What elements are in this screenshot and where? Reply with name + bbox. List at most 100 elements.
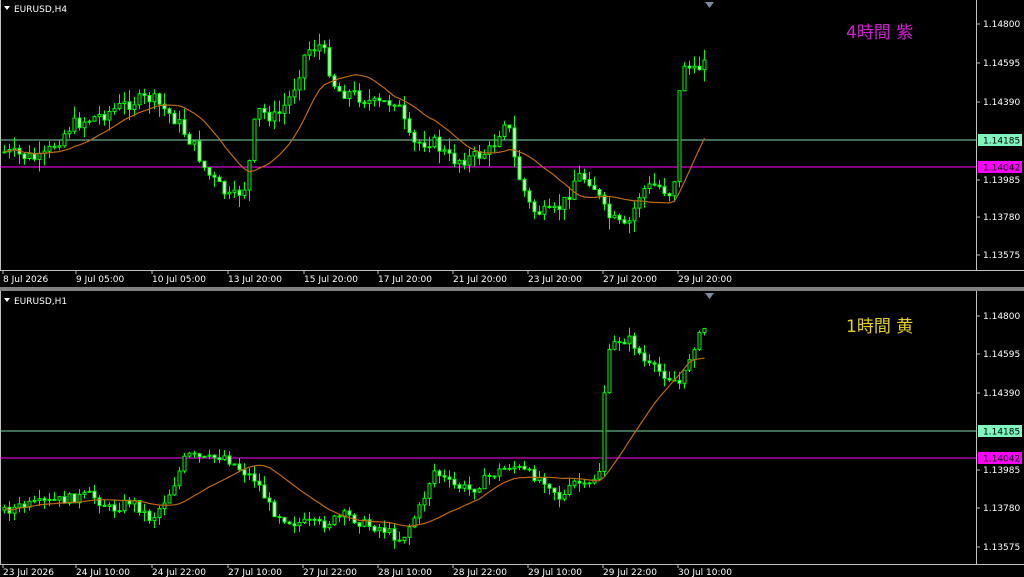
candle-body: [47, 498, 52, 501]
panel-splitter[interactable]: [0, 287, 1024, 291]
candle-body: [597, 189, 602, 196]
candle-body: [47, 145, 52, 152]
candle-body: [417, 141, 422, 144]
candle-body: [322, 44, 327, 49]
candle-body: [697, 65, 702, 71]
candle-body: [482, 153, 487, 159]
candle-body: [12, 506, 17, 514]
candle-body: [197, 453, 202, 458]
h1-time-tick: 30 Jul 10:00: [678, 568, 732, 577]
candle-body: [267, 497, 272, 503]
h1-chart-panel[interactable]: EURUSD,H1 1時間 黄 1.14185 1.14042 1.14800 …: [0, 291, 1024, 577]
candle-body: [647, 183, 652, 190]
h1-time-tick: 29 Jul 10:00: [528, 568, 582, 577]
candle-body: [407, 118, 412, 133]
h1-plot-area[interactable]: [0, 291, 976, 564]
candle-body: [472, 151, 477, 157]
candle-body: [572, 180, 577, 200]
h4-time-tick: 17 Jul 20:00: [378, 275, 432, 285]
candle-body: [437, 470, 442, 477]
candle-body: [147, 94, 152, 103]
candle-body: [542, 205, 547, 215]
candle-body: [617, 214, 622, 221]
candle-body: [667, 193, 672, 197]
candle-body: [272, 501, 277, 518]
candle-body: [517, 465, 522, 468]
candle-body: [97, 113, 102, 118]
candle-body: [607, 348, 612, 394]
candle-body: [82, 121, 87, 129]
candle-body: [172, 485, 177, 496]
candle-body: [332, 515, 337, 525]
candle-body: [167, 494, 172, 504]
candle-body: [497, 135, 502, 148]
candle-body: [627, 220, 632, 224]
h1-price-tick: 1.13985: [983, 466, 1020, 476]
candle-body: [682, 65, 687, 92]
candle-body: [237, 189, 242, 196]
candle-body: [622, 341, 627, 345]
h1-time-tick: 23 Jul 2026: [3, 568, 54, 577]
candle-body: [262, 484, 267, 499]
candle-body: [447, 476, 452, 480]
candle-body: [207, 454, 212, 457]
candle-body: [692, 349, 697, 361]
h4-time-tick: 23 Jul 20:00: [528, 275, 582, 285]
h1-time-tick: 28 Jul 10:00: [378, 568, 432, 577]
candle-body: [392, 104, 397, 107]
candle-body: [162, 502, 167, 510]
candle-body: [502, 467, 507, 470]
candle-body: [17, 503, 22, 508]
candle-body: [282, 517, 287, 523]
candle-body: [527, 468, 532, 471]
candle-body: [257, 480, 262, 486]
h4-chart-panel[interactable]: EURUSD,H4 4時間 紫 1.14185 1.14042 1.14800 …: [0, 0, 1024, 285]
h1-time-tick: 28 Jul 22:00: [453, 568, 507, 577]
candle-body: [157, 93, 162, 105]
candle-body: [252, 118, 257, 162]
candle-body: [122, 101, 127, 105]
candle-body: [432, 470, 437, 485]
candle-body: [142, 93, 147, 96]
candle-body: [652, 183, 657, 186]
candle-body: [522, 465, 527, 470]
candle-body: [117, 510, 122, 513]
candle-body: [242, 469, 247, 476]
candle-body: [617, 341, 622, 344]
candle-body: [402, 104, 407, 120]
h4-price-tick: 1.14800: [983, 20, 1020, 30]
candle-body: [302, 54, 307, 79]
candle-body: [572, 480, 577, 486]
candle-body: [262, 107, 267, 113]
candle-body: [127, 101, 132, 110]
candle-body: [682, 369, 687, 384]
candle-body: [107, 504, 112, 507]
h4-time-tick: 27 Jul 20:00: [603, 275, 657, 285]
candle-body: [637, 197, 642, 209]
candle-body: [92, 116, 97, 122]
candle-body: [627, 335, 632, 345]
candle-body: [562, 196, 567, 210]
candle-body: [217, 457, 222, 461]
candle-body: [72, 493, 77, 504]
candle-body: [222, 180, 227, 195]
h4-time-tick: 10 Jul 05:00: [152, 275, 206, 285]
candle-body: [297, 77, 302, 91]
h4-symbol-label: EURUSD,H4: [14, 5, 67, 15]
candle-body: [177, 119, 182, 125]
candle-body: [102, 113, 107, 121]
candle-body: [182, 455, 187, 472]
candle-body: [527, 190, 532, 203]
candle-body: [702, 327, 707, 333]
candle-body: [187, 133, 192, 145]
candle-body: [362, 101, 367, 105]
candle-body: [277, 516, 282, 519]
h1-price-tag-green-text: 1.14185: [983, 428, 1020, 438]
candle-body: [32, 499, 37, 502]
candle-body: [547, 205, 552, 209]
candle-body: [607, 203, 612, 219]
h4-overlay-title: 4時間 紫: [846, 23, 913, 43]
candle-body: [267, 111, 272, 122]
candle-body: [492, 145, 497, 148]
h4-plot-area[interactable]: [0, 0, 976, 270]
